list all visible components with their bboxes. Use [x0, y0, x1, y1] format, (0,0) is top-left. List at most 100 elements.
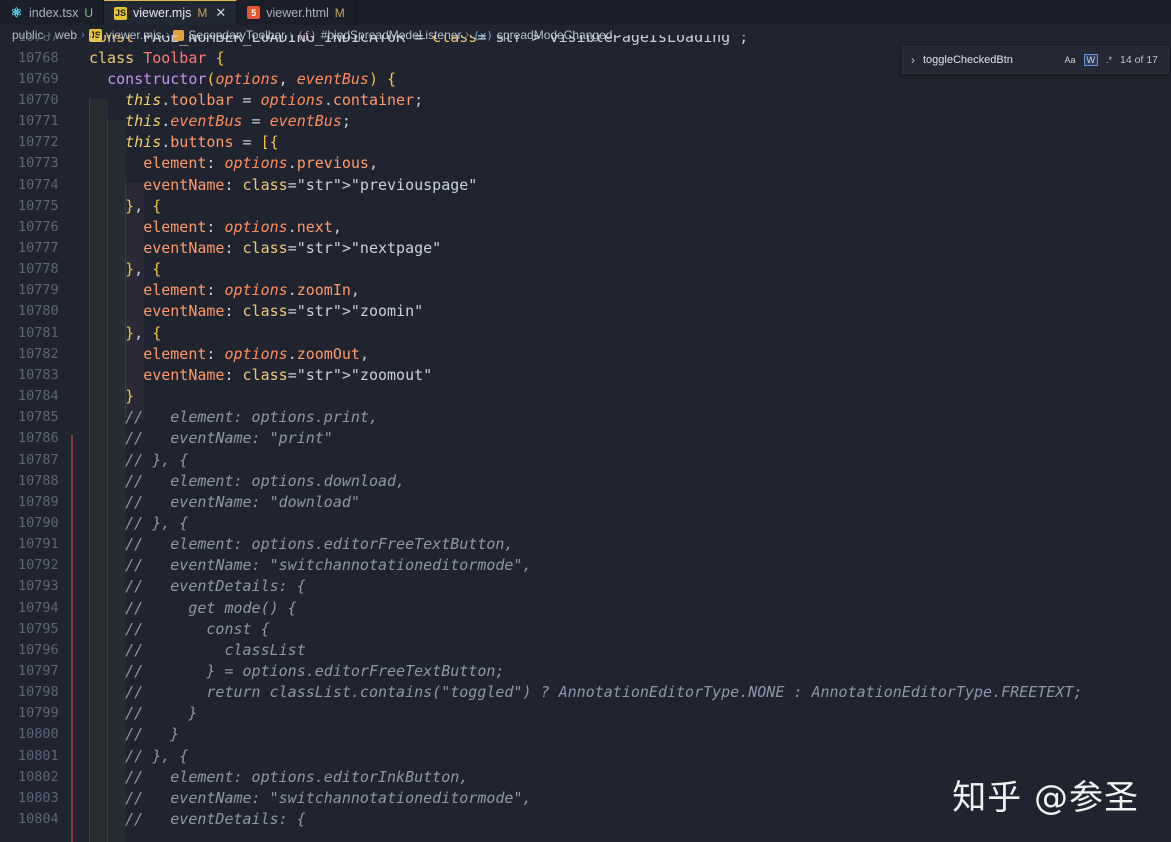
code-line[interactable]: 10772 this.buttons = [{	[0, 132, 1171, 153]
code-text: this.eventBus = eventBus;	[125, 112, 351, 131]
code-text: }	[125, 387, 135, 406]
code-line[interactable]: 10798 // return classList.contains("togg…	[0, 682, 1171, 703]
code-text: // classList	[125, 640, 306, 659]
tab-label: index.tsx	[29, 5, 79, 20]
line-number: 10802	[18, 768, 59, 785]
tab-viewer-mjs[interactable]: JS viewer.mjs M ✕	[104, 0, 238, 25]
code-line[interactable]: 10776 element: options.next,	[0, 217, 1171, 238]
code-line[interactable]: 10787 // }, {	[0, 450, 1171, 471]
code-line[interactable]: 10788 // element: options.download,	[0, 471, 1171, 492]
code-text: // }, {	[125, 746, 189, 765]
find-input[interactable]: toggleCheckedBtn	[923, 54, 1065, 66]
find-widget: › toggleCheckedBtn Aa W .* 14 of 17	[902, 46, 1169, 74]
code-text: class Toolbar {	[89, 48, 225, 67]
code-text: // eventDetails: {	[125, 577, 306, 596]
line-number: 10790	[18, 514, 59, 531]
match-case-toggle[interactable]: Aa	[1065, 55, 1076, 65]
regex-toggle[interactable]: .*	[1106, 55, 1112, 65]
line-number: 10794	[18, 599, 59, 616]
code-line[interactable]: 10770 this.toolbar = options.container;	[0, 90, 1171, 111]
git-status-badge: M	[334, 5, 345, 20]
code-line[interactable]: 10773 element: options.previous,	[0, 153, 1171, 174]
code-text: // eventDetails: {	[125, 810, 306, 829]
code-text: // const {	[125, 619, 270, 638]
line-number: 10789	[18, 493, 59, 510]
code-line[interactable]: 10793 // eventDetails: {	[0, 576, 1171, 597]
line-number: 10772	[18, 134, 59, 151]
code-line[interactable]: 10799 // }	[0, 703, 1171, 724]
line-number: 10791	[18, 536, 59, 553]
line-number: 10768	[18, 49, 59, 66]
line-number: 10796	[18, 641, 59, 658]
line-number: 10792	[18, 557, 59, 574]
code-line[interactable]: 10795 // const {	[0, 619, 1171, 640]
tab-label: viewer.mjs	[133, 6, 192, 20]
code-text: // eventName: "switchannotationeditormod…	[125, 788, 532, 807]
code-text: element: options.next,	[143, 217, 342, 236]
code-line[interactable]: 10775 }, {	[0, 196, 1171, 217]
line-number: 10795	[18, 620, 59, 637]
code-text: // element: options.print,	[125, 408, 378, 427]
line-number: 10774	[18, 176, 59, 193]
chevron-right-icon[interactable]: ›	[903, 53, 923, 67]
code-text: eventName: class="str">"zoomin"	[143, 302, 424, 321]
code-line[interactable]: 10786 // eventName: "print"	[0, 428, 1171, 449]
code-text: eventName: class="str">"nextpage"	[143, 239, 442, 257]
line-number: 10778	[18, 261, 59, 278]
code-line[interactable]: 10783 eventName: class="str">"zoomout"	[0, 365, 1171, 386]
code-text: }, {	[125, 260, 162, 279]
code-text: // eventName: "switchannotationeditormod…	[125, 556, 532, 575]
line-number: 10797	[18, 663, 59, 679]
code-text: // }	[125, 725, 180, 744]
code-line[interactable]: 10778 }, {	[0, 259, 1171, 280]
code-line[interactable]: 10784 }	[0, 386, 1171, 407]
line-number: 10798	[18, 684, 59, 701]
watermark: 知乎 @参圣	[952, 778, 1139, 818]
code-line[interactable]: 10779 element: options.zoomIn,	[0, 280, 1171, 301]
code-line[interactable]: 10780 eventName: class="str">"zoomin"	[0, 301, 1171, 322]
code-line[interactable]: 10792 // eventName: "switchannotationedi…	[0, 555, 1171, 576]
code-text: const PAGE_NUMBER_LOADING_INDICATOR = cl…	[89, 35, 749, 46]
line-number: 10781	[18, 324, 59, 341]
tab-index-tsx[interactable]: ⚛ index.tsx U	[0, 0, 105, 25]
code-text: // } = options.editorFreeTextButton;	[125, 662, 505, 680]
code-line[interactable]: 10801 // }, {	[0, 746, 1171, 767]
tab-viewer-html[interactable]: 5 viewer.html M	[237, 0, 356, 25]
line-number: 10780	[18, 303, 59, 320]
code-line[interactable]: 10800 // }	[0, 724, 1171, 745]
code-line[interactable]: 10797 // } = options.editorFreeTextButto…	[0, 661, 1171, 682]
line-number: 10775	[18, 197, 59, 214]
code-line[interactable]: 10796 // classList	[0, 640, 1171, 661]
git-status-badge: U	[84, 5, 94, 20]
code-line[interactable]: 10781 }, {	[0, 323, 1171, 344]
code-line[interactable]: 10790 // }, {	[0, 513, 1171, 534]
code-text: element: options.zoomIn,	[143, 281, 360, 300]
code-line[interactable]: 10782 element: options.zoomOut,	[0, 344, 1171, 365]
line-number: 10799	[18, 705, 59, 722]
code-line[interactable]: 10774 eventName: class="str">"previouspa…	[0, 175, 1171, 196]
code-line[interactable]: 10789 // eventName: "download"	[0, 492, 1171, 513]
code-line[interactable]: 10791 // element: options.editorFreeText…	[0, 534, 1171, 555]
code-line[interactable]: 10771 this.eventBus = eventBus;	[0, 111, 1171, 132]
code-text: }, {	[125, 196, 162, 215]
code-text: // get mode() {	[125, 598, 297, 617]
code-text: this.buttons = [{	[125, 133, 279, 152]
git-status-badge: M	[197, 6, 208, 20]
code-text: eventName: class="str">"zoomout"	[143, 365, 433, 384]
line-number: 10788	[18, 472, 59, 489]
whole-word-toggle[interactable]: W	[1083, 54, 1099, 66]
line-number: 10804	[18, 811, 59, 828]
html-file-icon: 5	[247, 6, 261, 19]
line-number: 10786	[18, 430, 59, 447]
code-line[interactable]: 10777 eventName: class="str">"nextpage"	[0, 238, 1171, 259]
code-line[interactable]: 10785 // element: options.print,	[0, 407, 1171, 428]
line-number: 10773	[18, 155, 59, 172]
close-icon[interactable]: ✕	[215, 5, 226, 21]
line-number: 10767	[18, 35, 59, 45]
line-number: 10782	[18, 345, 59, 362]
line-number: 10779	[18, 282, 59, 299]
code-text: // element: options.download,	[125, 471, 406, 490]
code-line[interactable]: 10794 // get mode() {	[0, 598, 1171, 619]
code-editor[interactable]: 10767 const PAGE_NUMBER_LOADING_INDICATOR…	[0, 35, 1171, 842]
line-number: 10769	[18, 70, 59, 87]
